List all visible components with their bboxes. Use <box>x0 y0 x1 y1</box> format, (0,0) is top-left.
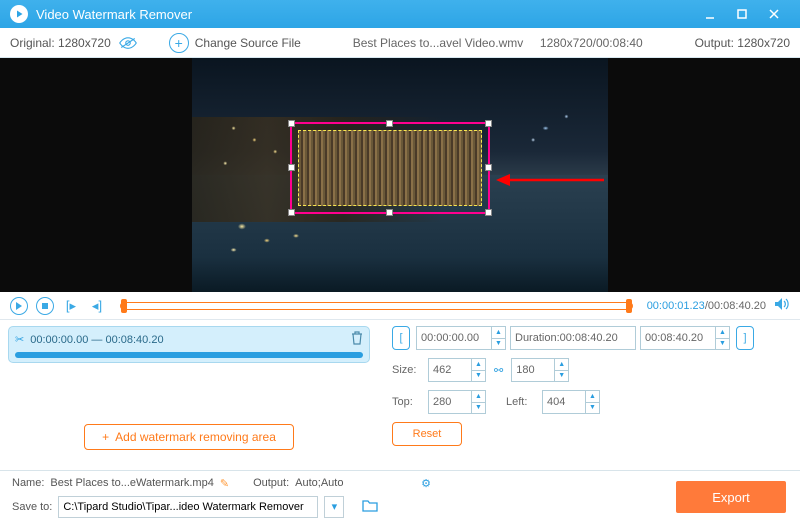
close-button[interactable] <box>758 0 790 28</box>
height-input[interactable]: 180 <box>511 358 555 382</box>
name-label: Name: <box>12 477 44 489</box>
delete-clip-icon[interactable] <box>351 331 363 348</box>
left-input[interactable]: 404 <box>542 390 586 414</box>
annotation-arrow-icon <box>496 172 606 188</box>
left-spinner[interactable]: ▲▼ <box>586 390 600 414</box>
current-filename: Best Places to...avel Video.wmv <box>353 36 524 50</box>
width-spinner[interactable]: ▲▼ <box>472 358 486 382</box>
titlebar: Video Watermark Remover <box>0 0 800 28</box>
current-file-meta: 1280x720/00:08:40 <box>540 36 643 50</box>
end-time-input[interactable]: 00:08:40.20 <box>640 326 716 350</box>
reset-button[interactable]: Reset <box>392 422 462 446</box>
change-source-button[interactable]: + Change Source File <box>169 33 301 53</box>
scissors-icon: ✂ <box>15 333 24 346</box>
plus-icon: + <box>102 430 109 444</box>
minimize-button[interactable] <box>694 0 726 28</box>
output-name: Best Places to...eWatermark.mp4 <box>50 477 213 489</box>
resize-handle-mr[interactable] <box>485 164 492 171</box>
size-label: Size: <box>392 364 428 376</box>
compare-icon[interactable] <box>119 36 137 50</box>
link-dimensions-icon[interactable]: ⚯ <box>494 364 503 377</box>
original-label: Original: <box>10 36 55 50</box>
clip-start-time: 00:00:00.00 <box>30 334 88 346</box>
maximize-button[interactable] <box>726 0 758 28</box>
stop-button[interactable] <box>36 297 54 315</box>
left-label: Left: <box>506 396 542 408</box>
height-spinner[interactable]: ▲▼ <box>555 358 569 382</box>
open-folder-icon[interactable] <box>362 499 378 515</box>
resize-handle-bl[interactable] <box>288 209 295 216</box>
resize-handle-tm[interactable] <box>386 120 393 127</box>
output-format-value: Auto;Auto <box>295 477 415 489</box>
end-time-spinner[interactable]: ▲▼ <box>716 326 730 350</box>
resize-handle-ml[interactable] <box>288 164 295 171</box>
duration-input[interactable]: Duration:00:08:40.20 <box>510 326 636 350</box>
set-start-bracket-button[interactable]: [ <box>392 326 410 350</box>
clip-end-time: 00:08:40.20 <box>105 334 163 346</box>
export-button[interactable]: Export <box>676 481 786 513</box>
width-input[interactable]: 462 <box>428 358 472 382</box>
top-label: Top: <box>392 396 428 408</box>
main-content: ✂ 00:00:00.00 — 00:08:40.20 + Add waterm… <box>0 320 800 470</box>
left-panel: ✂ 00:00:00.00 — 00:08:40.20 + Add waterm… <box>0 320 378 470</box>
add-watermark-area-button[interactable]: + Add watermark removing area <box>84 424 294 450</box>
start-time-spinner[interactable]: ▲▼ <box>492 326 506 350</box>
clip-segment[interactable]: ✂ 00:00:00.00 — 00:08:40.20 <box>8 326 370 363</box>
resize-handle-br[interactable] <box>485 209 492 216</box>
bottom-bar: Name: Best Places to...eWatermark.mp4 ✎ … <box>0 470 800 523</box>
add-area-label: Add watermark removing area <box>115 430 276 444</box>
seek-slider[interactable] <box>120 302 633 310</box>
output-label: Output: <box>695 36 734 50</box>
resize-handle-tr[interactable] <box>485 120 492 127</box>
seek-start-thumb[interactable] <box>121 299 127 313</box>
video-preview[interactable] <box>0 58 800 292</box>
output-settings-icon[interactable]: ⚙ <box>421 477 431 490</box>
app-title: Video Watermark Remover <box>36 7 694 22</box>
edit-name-icon[interactable]: ✎ <box>220 477 229 490</box>
top-spinner[interactable]: ▲▼ <box>472 390 486 414</box>
start-time-input[interactable]: 00:00:00.00 <box>416 326 492 350</box>
resize-handle-bm[interactable] <box>386 209 393 216</box>
mark-in-button[interactable]: [▸ <box>62 297 80 315</box>
file-info: Best Places to...avel Video.wmv 1280x720… <box>301 36 695 50</box>
output-resolution: 1280x720 <box>737 36 790 50</box>
total-time: 00:08:40.20 <box>708 300 766 312</box>
output-format-label: Output: <box>253 477 289 489</box>
clip-progress-bar[interactable] <box>15 352 363 358</box>
right-panel: [ 00:00:00.00 ▲▼ Duration:00:08:40.20 00… <box>378 320 800 470</box>
save-path-input[interactable] <box>58 496 318 518</box>
top-input[interactable]: 280 <box>428 390 472 414</box>
watermark-selection-rect[interactable] <box>290 122 490 214</box>
save-to-label: Save to: <box>12 501 52 513</box>
seek-end-thumb[interactable] <box>626 299 632 313</box>
time-display: 00:00:01.23/00:08:40.20 <box>647 300 766 312</box>
app-logo-icon <box>10 5 28 23</box>
change-source-label: Change Source File <box>195 36 301 50</box>
playback-bar: [▸ ◂] 00:00:01.23/00:08:40.20 <box>0 292 800 320</box>
plus-icon: + <box>169 33 189 53</box>
save-path-dropdown[interactable]: ▾ <box>324 496 344 518</box>
volume-icon[interactable] <box>774 297 790 314</box>
play-button[interactable] <box>10 297 28 315</box>
toolbar: Original: 1280x720 + Change Source File … <box>0 28 800 58</box>
resize-handle-tl[interactable] <box>288 120 295 127</box>
original-resolution: 1280x720 <box>58 36 111 50</box>
current-time: 00:00:01.23 <box>647 300 705 312</box>
set-end-bracket-button[interactable]: ] <box>736 326 754 350</box>
mark-out-button[interactable]: ◂] <box>88 297 106 315</box>
